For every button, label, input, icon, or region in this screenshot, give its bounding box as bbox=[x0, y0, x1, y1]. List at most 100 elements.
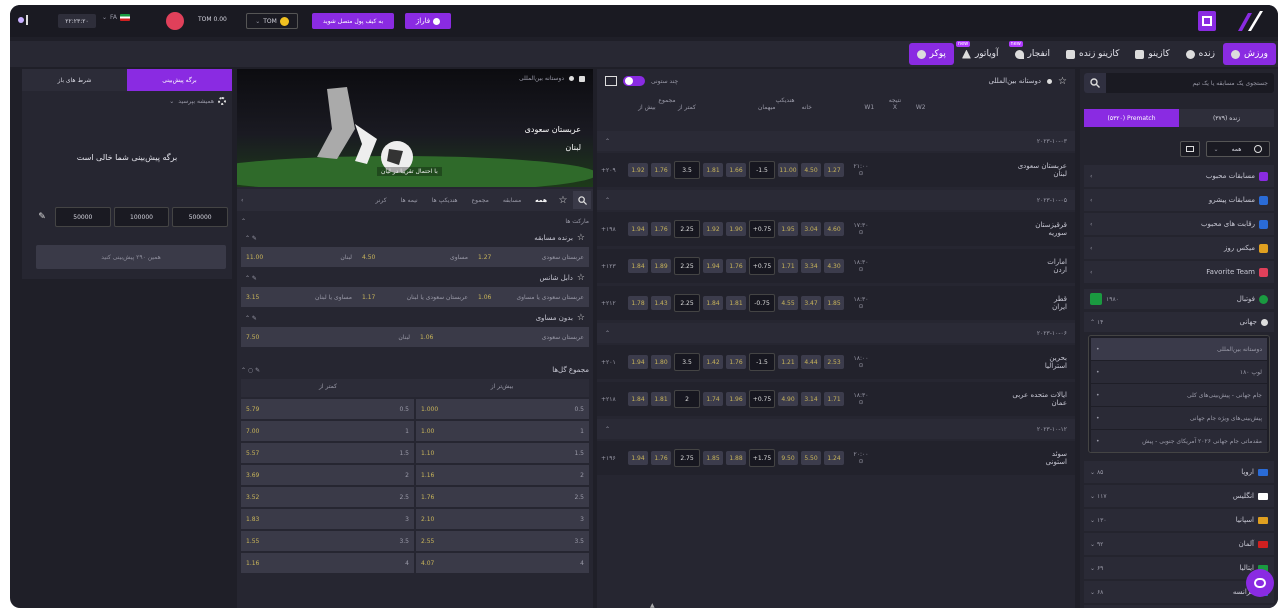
detail-tab[interactable]: مسابقه bbox=[497, 194, 527, 207]
date-header[interactable]: ⌃ ۲۰۲۳-۱۰-۰۵ bbox=[597, 190, 1075, 210]
odds-cell[interactable]: 3.34 bbox=[801, 259, 821, 273]
odds-cell[interactable]: 1.27 bbox=[824, 163, 844, 177]
under-cell[interactable]: 7.00 1 bbox=[241, 421, 414, 441]
tab-live[interactable]: زنده (۳۷۹) bbox=[1179, 109, 1274, 127]
date-header[interactable]: ⌃ ۲۰۲۳-۱۰-۰۶ bbox=[597, 323, 1075, 343]
under-cell[interactable]: 1.83 3 bbox=[241, 509, 414, 529]
region-row[interactable]: ⌄ ۱۱۷ انگلیس bbox=[1084, 485, 1274, 507]
detail-tab[interactable]: نیمه ها bbox=[395, 194, 424, 207]
section-header[interactable]: ⌃ ✎ بدون مساوی ☆ bbox=[241, 309, 589, 327]
nav-live[interactable]: زنده bbox=[1178, 43, 1223, 65]
odds-cell[interactable]: 1.66 bbox=[726, 163, 746, 177]
odds-cell[interactable]: 4.60 bbox=[824, 222, 844, 236]
odds-cell[interactable]: 1.81 bbox=[651, 392, 671, 406]
odds-cell[interactable]: 1.94 bbox=[703, 259, 723, 273]
layout-icon[interactable] bbox=[605, 76, 617, 86]
date-header[interactable]: ⌃ ۲۰۲۳-۱۰-۱۲ bbox=[597, 419, 1075, 439]
odds-cell[interactable]: 5.50 bbox=[801, 451, 821, 465]
stats-icon[interactable]: ⊙ bbox=[847, 266, 875, 273]
under-cell[interactable]: 1.55 3.5 bbox=[241, 531, 414, 551]
over-cell[interactable]: 1.76 2.5 bbox=[416, 487, 589, 507]
world-competition-item[interactable]: • جام جهانی - پیش‌بینی‌های کلی bbox=[1091, 384, 1267, 406]
tab-bet-slip[interactable]: برگه پیش‌بینی bbox=[127, 69, 232, 91]
odds-cell[interactable]: 1.76 bbox=[726, 259, 746, 273]
star-icon[interactable]: ☆ bbox=[577, 233, 585, 243]
odds-cell[interactable]: 1.85 bbox=[824, 296, 844, 310]
odds-cell[interactable]: 1.84 bbox=[628, 392, 648, 406]
stake-amount-button[interactable]: 500000 bbox=[172, 207, 229, 227]
tab-open-bets[interactable]: شرط های باز bbox=[22, 69, 127, 91]
under-cell[interactable]: 1.16 4 bbox=[241, 553, 414, 573]
match-row[interactable]: +۱۲۳ 1.84 1.89 2.25 1.94 1.76 +0.75 1.71 3.34 4.3… bbox=[597, 249, 1075, 283]
stats-icon[interactable]: ⊙ bbox=[847, 229, 875, 236]
odds-cell[interactable]: 3.14 bbox=[801, 392, 821, 406]
outcome-cell[interactable]: عربستان سعودی 1.27 bbox=[473, 254, 589, 261]
world-competition-item[interactable]: • لوپ ۱۸۰ bbox=[1091, 361, 1267, 383]
football-row[interactable]: ۱۹۸۰ فوتبال bbox=[1084, 289, 1274, 309]
sidebar-link[interactable]: ‹ مسابقات محبوب bbox=[1084, 165, 1274, 187]
match-row[interactable]: +۲۱۸ 1.84 1.81 2 1.74 1.96 +0.75 4.90 3.14 1.71 ۱۸… bbox=[597, 382, 1075, 416]
odds-cell[interactable]: 11.00 bbox=[778, 163, 798, 177]
place-bet-button[interactable]: همین ۲۹۰ پیش‌بینی کنید bbox=[36, 245, 226, 269]
odds-cell[interactable]: 1.76 bbox=[726, 355, 746, 369]
star-icon[interactable]: ☆ bbox=[555, 195, 571, 206]
outcome-cell[interactable]: عربستان سعودی یا لبنان 1.17 bbox=[357, 294, 473, 301]
odds-change-selector[interactable]: ⌄ همیشه بپرسید bbox=[169, 97, 226, 105]
odds-cell[interactable]: 3.47 bbox=[801, 296, 821, 310]
odds-cell[interactable]: 1.24 bbox=[824, 451, 844, 465]
star-icon[interactable]: ☆ bbox=[1058, 76, 1067, 87]
odds-cell[interactable]: 1.71 bbox=[778, 259, 798, 273]
collapse-icon[interactable]: ⌃ bbox=[241, 218, 246, 225]
world-competition-item[interactable]: • دوستانه بین‌المللی bbox=[1091, 338, 1267, 360]
star-icon[interactable]: ☆ bbox=[577, 273, 585, 283]
region-row[interactable]: ⌄ ۱۳۰ اسپانیا bbox=[1084, 509, 1274, 531]
odds-cell[interactable]: 1.74 bbox=[703, 392, 723, 406]
detail-tab[interactable]: هندیکپ ها bbox=[426, 194, 464, 207]
odds-cell[interactable]: 1.84 bbox=[703, 296, 723, 310]
nav-casino[interactable]: کازینو bbox=[1127, 43, 1177, 65]
sidebar-link[interactable]: ‹ Favorite Team bbox=[1084, 261, 1274, 283]
odds-cell[interactable]: 1.76 bbox=[651, 222, 671, 236]
match-row[interactable]: +۲۰۱ 1.94 1.80 3.5 1.42 1.76 -1.5 1.21 4.44 2.53 ۱… bbox=[597, 345, 1075, 379]
more-markets[interactable]: +۲۱۲ bbox=[601, 300, 625, 307]
odds-cell[interactable]: 1.92 bbox=[703, 222, 723, 236]
under-cell[interactable]: 3.52 2.5 bbox=[241, 487, 414, 507]
collapse-icon[interactable]: ⌃ bbox=[605, 138, 610, 145]
stats-icon[interactable]: ⊙ bbox=[847, 170, 875, 177]
outcome-cell[interactable]: لبنان 11.00 bbox=[241, 254, 357, 261]
wallet-connect-button[interactable]: به کیف پول متصل شوید bbox=[312, 13, 394, 29]
over-cell[interactable]: 1.00 1 bbox=[416, 421, 589, 441]
under-cell[interactable]: 3.69 2 bbox=[241, 465, 414, 485]
odds-cell[interactable]: 1.90 bbox=[726, 222, 746, 236]
window-icon[interactable] bbox=[579, 75, 585, 82]
tab-prematch[interactable]: (۵۳۲۰) Prematch bbox=[1084, 109, 1179, 127]
outcome-cell[interactable]: عربستان سعودی 1.06 bbox=[415, 334, 589, 341]
odds-cell[interactable]: 1.43 bbox=[651, 296, 671, 310]
more-markets[interactable]: +۲۰۹ bbox=[601, 167, 625, 174]
collapse-icon[interactable]: ⌃ ○ ✎ bbox=[241, 367, 260, 374]
more-markets[interactable]: +۲۱۸ bbox=[601, 396, 625, 403]
chat-support-icon[interactable] bbox=[1246, 569, 1274, 597]
odds-cell[interactable]: 1.42 bbox=[703, 355, 723, 369]
nav-live-casino[interactable]: کازینو زنده bbox=[1058, 43, 1127, 65]
more-markets[interactable]: +۱۲۳ bbox=[601, 263, 625, 270]
nav-crash[interactable]: new انفجار bbox=[1007, 41, 1058, 65]
region-row[interactable]: ⌄ ۶۹ ایتالیا bbox=[1084, 557, 1274, 579]
odds-cell[interactable]: 4.44 bbox=[801, 355, 821, 369]
edit-icon[interactable]: ✎ bbox=[32, 207, 52, 227]
over-cell[interactable]: 1.10 1.5 bbox=[416, 443, 589, 463]
under-cell[interactable]: 5.79 0.5 bbox=[241, 399, 414, 419]
odds-cell[interactable]: 1.94 bbox=[628, 222, 648, 236]
detail-tab[interactable]: کرنر bbox=[369, 194, 392, 207]
outcome-cell[interactable]: مساوی یا لبنان 3.15 bbox=[241, 294, 357, 301]
menu-icon[interactable] bbox=[18, 12, 34, 28]
over-cell[interactable]: 1.000 0.5 bbox=[416, 399, 589, 419]
match-row[interactable]: +۲۰۹ 1.92 1.76 3.5 1.81 1.66 -1.5 11.00 4.50 1.27… bbox=[597, 153, 1075, 187]
odds-cell[interactable]: 1.21 bbox=[778, 355, 798, 369]
odds-cell[interactable]: 1.89 bbox=[651, 259, 671, 273]
odds-cell[interactable]: 1.85 bbox=[703, 451, 723, 465]
search-input[interactable]: جستجوی یک مسابقه یا یک تیم bbox=[1084, 73, 1274, 93]
language-selector[interactable]: ⌄ FA bbox=[102, 14, 131, 21]
date-header[interactable]: ⌃ ۲۰۲۳-۱۰-۰۳ bbox=[597, 131, 1075, 151]
collapse-icon[interactable]: ⌃ bbox=[605, 426, 610, 433]
